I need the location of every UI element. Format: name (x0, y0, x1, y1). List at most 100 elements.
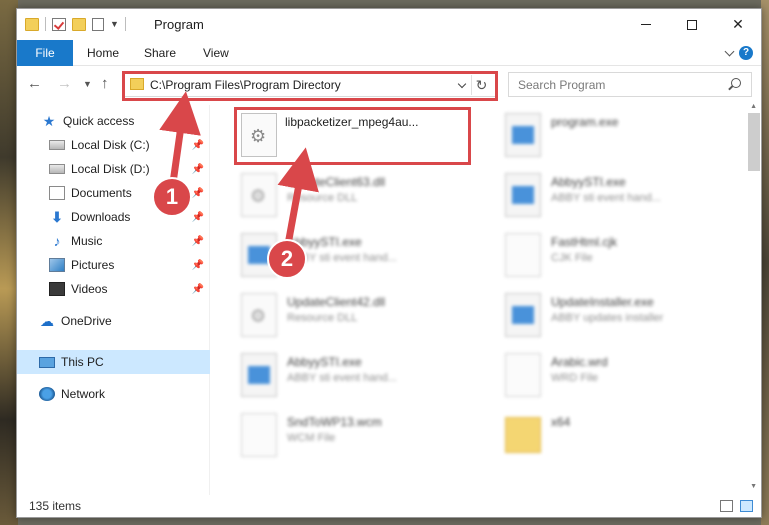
pin-icon[interactable]: 📌 (192, 188, 204, 199)
exe-file-icon (505, 293, 541, 337)
file-item[interactable]: UpdateClient63.dll Resource DLL (211, 167, 451, 223)
file-name: AbbyySTI.exe (551, 175, 626, 189)
cloud-icon: ☁ (40, 313, 54, 329)
search-input[interactable]: Search Program (508, 72, 752, 97)
exe-file-icon (241, 353, 277, 397)
file-item[interactable]: AbbyySTI.exe ABBY sti event hand... (211, 347, 451, 403)
file-item[interactable]: program.exe (475, 107, 715, 163)
scroll-down-icon[interactable]: ▼ (750, 483, 757, 490)
navigation-pane: ★ Quick access Local Disk (C:) 📌 Local D… (17, 105, 210, 495)
sidebar-item-quick-access[interactable]: ★ Quick access (17, 109, 210, 133)
new-folder-icon[interactable] (72, 17, 86, 31)
file-name: x64 (551, 415, 571, 429)
file-type: CJK File (551, 252, 593, 264)
file-item[interactable]: FastHtml.cjk CJK File (475, 227, 715, 283)
file-name: AbbyySTI.exe (287, 355, 362, 369)
file-name: UpdateInstaller.exe (551, 295, 654, 309)
generic-file-icon (505, 353, 541, 397)
file-item[interactable]: UpdateClient42.dll Resource DLL (211, 287, 451, 343)
minimize-button[interactable] (623, 9, 669, 40)
sidebar-item-label: OneDrive (61, 314, 112, 328)
toolbar-divider (45, 17, 46, 31)
file-name: UpdateClient42.dll (287, 295, 386, 309)
file-item[interactable]: AbbyySTI.exe ABBY sti event hand... (211, 227, 451, 283)
pin-icon[interactable]: 📌 (192, 284, 204, 295)
details-view-icon[interactable] (720, 500, 733, 512)
sidebar-item-label: Pictures (71, 258, 115, 272)
properties-icon[interactable] (52, 17, 66, 31)
sidebar-item-label: Quick access (63, 114, 135, 128)
file-type: WCM File (287, 432, 336, 444)
file-name: UpdateClient63.dll (287, 175, 386, 189)
chevron-down-icon[interactable]: ▼ (110, 19, 119, 29)
folder-icon (505, 417, 541, 453)
tiles-view-icon[interactable] (740, 500, 753, 512)
folder-icon[interactable] (25, 17, 39, 31)
file-name: FastHtml.cjk (551, 235, 617, 249)
sidebar-item-label: Local Disk (D:) (71, 162, 150, 176)
sidebar-item-label: Music (71, 234, 103, 248)
window-title: Program (154, 17, 204, 32)
documents-icon (49, 186, 65, 200)
toolbar-divider (124, 17, 126, 31)
tab-view[interactable]: View (189, 40, 243, 66)
pin-icon[interactable]: 📌 (192, 260, 204, 271)
maximize-icon (687, 19, 697, 30)
item-count: 135 items (29, 499, 82, 513)
sidebar-item-label: Network (61, 387, 106, 401)
file-name: program.exe (551, 115, 619, 129)
sidebar-item-pictures[interactable]: Pictures 📌 (17, 253, 210, 277)
recent-locations-icon[interactable]: ▼ (83, 79, 92, 89)
file-type: Resource DLL (287, 192, 358, 204)
star-icon: ★ (42, 113, 56, 129)
file-item[interactable]: SndToWP13.wcm WCM File (211, 407, 451, 463)
close-icon: ✕ (732, 16, 744, 32)
up-arrow-icon[interactable]: ↑ (101, 75, 109, 92)
sidebar-item-label: Downloads (71, 210, 131, 224)
ribbon-tabs: File Home Share View ? (17, 40, 761, 66)
exe-file-icon (505, 173, 541, 217)
file-item[interactable]: AbbyySTI.exe ABBY sti event hand... (475, 167, 715, 223)
pictures-icon (49, 258, 65, 272)
tab-file[interactable]: File (17, 40, 73, 66)
close-button[interactable]: ✕ (715, 9, 761, 40)
videos-icon (49, 282, 65, 296)
step-2-badge: 2 (267, 239, 307, 279)
back-arrow-icon[interactable]: ← (27, 75, 42, 92)
pin-icon[interactable]: 📌 (192, 164, 204, 175)
file-item[interactable]: UpdateInstaller.exe ABBY updates install… (475, 287, 715, 343)
file-highlight (234, 107, 471, 165)
file-type: ABBY sti event hand... (287, 372, 397, 384)
minimize-icon (641, 24, 651, 25)
expand-ribbon-icon[interactable] (724, 46, 735, 57)
scrollbar-thumb[interactable] (748, 113, 760, 171)
pin-icon[interactable]: 📌 (192, 236, 204, 247)
step-1-badge: 1 (152, 177, 192, 217)
maximize-button[interactable] (669, 9, 715, 40)
tab-share[interactable]: Share (130, 40, 190, 66)
file-type: ABBY updates installer (551, 312, 664, 324)
search-icon (731, 78, 741, 88)
customize-toolbar-icon[interactable] (92, 17, 104, 31)
sidebar-item-local-disk-c[interactable]: Local Disk (C:) 📌 (17, 133, 210, 157)
file-type: WRD File (551, 372, 599, 384)
pin-icon[interactable]: 📌 (192, 212, 204, 223)
sidebar-item-this-pc[interactable]: This PC (17, 350, 210, 374)
help-icon[interactable]: ? (739, 46, 753, 60)
pin-icon[interactable]: 📌 (192, 140, 204, 151)
sidebar-item-local-disk-d[interactable]: Local Disk (D:) 📌 (17, 157, 210, 181)
tab-home[interactable]: Home (73, 40, 133, 66)
forward-arrow-icon[interactable]: → (57, 75, 72, 92)
dll-file-icon (241, 293, 277, 337)
computer-icon (39, 356, 55, 368)
sidebar-item-onedrive[interactable]: ☁ OneDrive (17, 309, 210, 333)
download-icon: ⬇ (51, 209, 63, 225)
sidebar-item-network[interactable]: Network (17, 382, 210, 406)
sidebar-item-videos[interactable]: Videos 📌 (17, 277, 210, 301)
file-item[interactable]: x64 (475, 407, 715, 463)
scroll-up-icon[interactable]: ▲ (750, 103, 757, 110)
sidebar-item-music[interactable]: ♪ Music 📌 (17, 229, 210, 253)
music-icon: ♪ (53, 233, 61, 249)
file-item[interactable]: Arabic.wrd WRD File (475, 347, 715, 403)
title-bar: ▼ Program ✕ (17, 9, 761, 40)
